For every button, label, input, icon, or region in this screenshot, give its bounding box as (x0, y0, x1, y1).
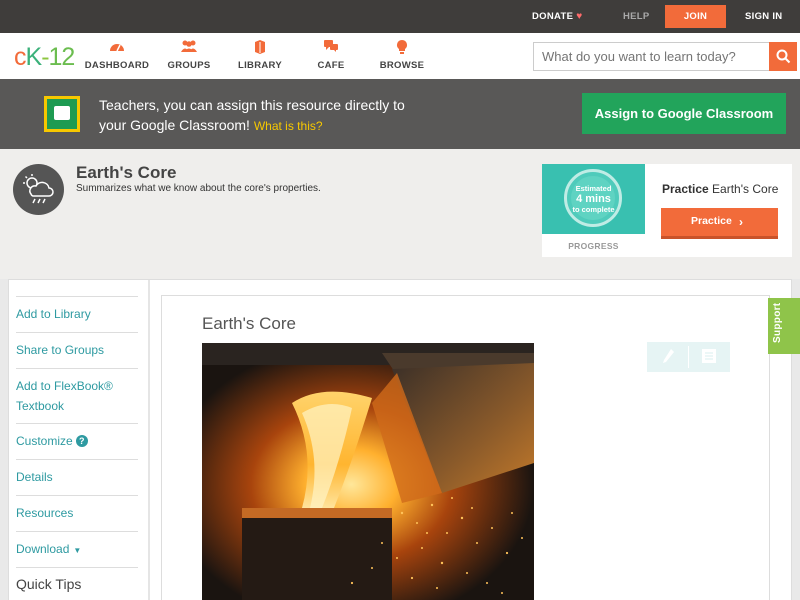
sidebar-divider (16, 459, 138, 460)
nav-browse-label: BROWSE (379, 60, 425, 71)
concept-subtitle: Summarizes what we know about the core's… (76, 183, 321, 194)
cafe-icon (296, 39, 366, 55)
logo-c: c (14, 43, 26, 71)
nav-library-label: LIBRARY (238, 60, 282, 71)
what-is-this-link[interactable]: What is this? (254, 119, 323, 133)
classroom-message-line1: Teachers, you can assign this resource d… (99, 97, 405, 113)
nav-dashboard-label: DASHBOARD (84, 60, 150, 71)
classroom-message-line2: your Google Classroom! (99, 117, 250, 133)
search-icon (776, 49, 791, 64)
donate-link[interactable]: DONATE ♥ (532, 0, 582, 33)
sidebar-divider (16, 296, 138, 297)
main-navbar: cK-12 DASHBOARD GROUPS LIBRARY CAFE BROW… (0, 33, 800, 79)
practice-title: Practice Earth's Core (662, 182, 778, 196)
support-tab[interactable]: Support (768, 298, 800, 354)
logo-dash: - (41, 43, 49, 71)
weather-cloud-icon (23, 174, 54, 204)
help-link[interactable]: HELP (623, 0, 650, 33)
donate-label: DONATE (532, 11, 574, 22)
chevron-right-icon: › (739, 215, 743, 229)
support-label: Support (772, 302, 783, 343)
pencil-icon[interactable] (661, 348, 675, 366)
caret-down-icon: ▼ (73, 546, 82, 555)
quick-tips-heading[interactable]: Quick Tips (16, 576, 81, 592)
sidebar-add-to-flexbook[interactable]: Add to FlexBook® Textbook (16, 376, 138, 416)
concept-icon-circle (13, 164, 64, 215)
to-complete-label: to complete (572, 205, 615, 214)
groups-icon (154, 39, 224, 55)
practice-button[interactable]: Practice › (661, 208, 778, 239)
practice-title-bold: Practice (662, 182, 709, 196)
nav-groups-label: GROUPS (167, 60, 211, 71)
help-icon[interactable]: ? (75, 435, 88, 447)
assign-to-classroom-button[interactable]: Assign to Google Classroom (582, 93, 786, 134)
nav-dashboard[interactable]: DASHBOARD (82, 39, 152, 71)
sidebar-share-to-groups[interactable]: Share to Groups (16, 340, 138, 360)
download-label: Download (16, 542, 70, 556)
notes-icon[interactable] (701, 348, 717, 364)
estimated-time: Estimated 4 mins to complete (542, 184, 645, 214)
nav-cafe[interactable]: CAFE (296, 39, 366, 71)
sidebar-add-to-library[interactable]: Add to Library (16, 304, 138, 324)
sign-in-link[interactable]: SIGN IN (745, 0, 782, 33)
sidebar-divider (16, 423, 138, 424)
sidebar-resources[interactable]: Resources (16, 503, 138, 523)
sidebar-divider (16, 368, 138, 369)
browse-icon (367, 39, 437, 55)
customize-label: Customize (16, 434, 73, 448)
heart-icon: ♥ (576, 11, 583, 22)
dashboard-icon (82, 39, 152, 55)
join-button[interactable]: JOIN (665, 5, 726, 28)
practice-button-label: Practice (691, 215, 732, 227)
search-button[interactable] (769, 42, 797, 71)
google-classroom-icon (44, 96, 80, 132)
sidebar-divider (16, 567, 138, 568)
practice-title-rest: Earth's Core (712, 182, 779, 196)
sidebar-divider (16, 495, 138, 496)
sidebar-download[interactable]: Download ▼ (16, 539, 138, 561)
sidebar-details[interactable]: Details (16, 467, 138, 487)
nav-browse[interactable]: BROWSE (367, 39, 437, 71)
article-title: Earth's Core (202, 314, 296, 333)
logo-k: K (25, 43, 43, 71)
annotation-toolbar (647, 342, 730, 372)
sidebar-customize[interactable]: Customize? (16, 431, 138, 451)
library-icon (225, 39, 295, 55)
concept-title: Earth's Core (76, 163, 177, 182)
nav-groups[interactable]: GROUPS (154, 39, 224, 71)
ck12-logo[interactable]: cK-12 (14, 43, 76, 72)
nav-library[interactable]: LIBRARY (225, 39, 295, 71)
top-utility-bar: DONATE ♥ HELP JOIN SIGN IN (0, 0, 800, 33)
estimated-label: Estimated (575, 184, 612, 193)
progress-label: PROGRESS (568, 241, 619, 251)
nav-cafe-label: CAFE (317, 60, 345, 71)
sidebar-divider (16, 332, 138, 333)
estimated-mins: 4 mins (576, 193, 611, 205)
sidebar-divider (16, 531, 138, 532)
molten-metal-pour-image (202, 343, 534, 600)
logo-num: 12 (48, 43, 76, 71)
search-input[interactable] (533, 42, 770, 71)
classroom-message: Teachers, you can assign this resource d… (99, 95, 459, 136)
